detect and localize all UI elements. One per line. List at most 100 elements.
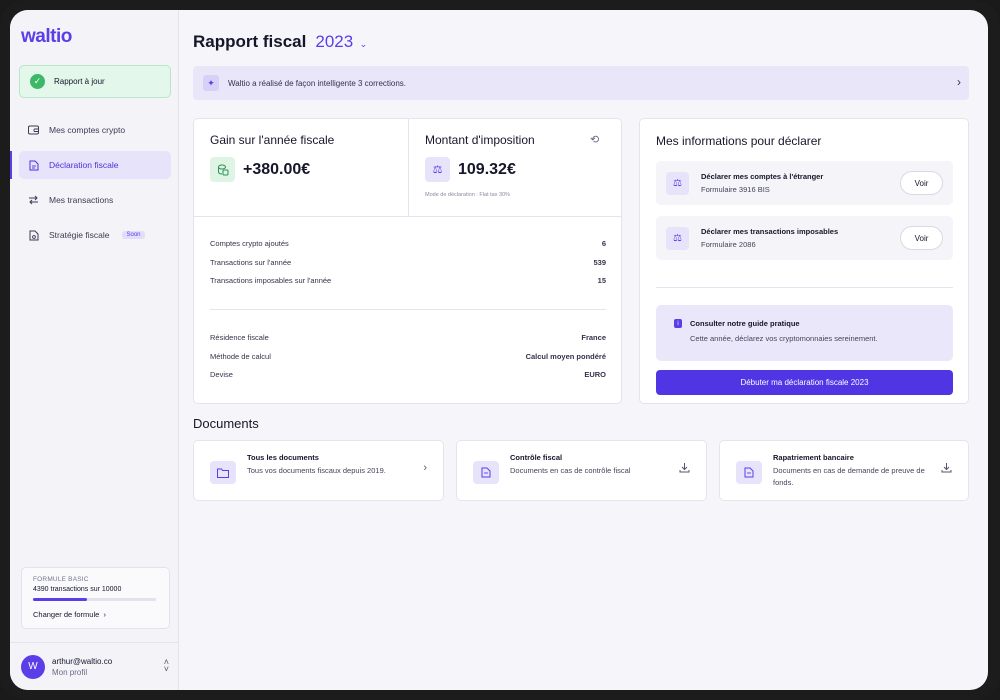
device-frame: waltio ✓ Rapport à jour Mes comptes cryp… [0, 0, 1000, 700]
report-status-badge: ✓ Rapport à jour [19, 65, 171, 98]
sparkle-icon: ✦ [203, 75, 219, 91]
guide-callout[interactable]: i Consulter notre guide pratique Cette a… [656, 305, 953, 361]
document-title: Tous les documents [247, 453, 319, 462]
setting-value: France [581, 333, 606, 342]
declaration-form: Formulaire 2086 [701, 240, 756, 249]
list-item: Transactions sur l'année 539 [210, 258, 606, 277]
corrections-banner[interactable]: ✦ Waltio a réalisé de façon intelligente… [193, 66, 969, 100]
profile-email: arthur@waltio.co [52, 656, 113, 666]
declaration-title: Déclarer mes transactions imposables [701, 227, 839, 236]
scale-icon: ⚖ [666, 172, 689, 195]
chevron-right-icon[interactable]: › [423, 462, 427, 474]
sidebar-item-crypto-accounts[interactable]: Mes comptes crypto [19, 116, 171, 144]
sidebar-item-transactions[interactable]: Mes transactions [19, 186, 171, 214]
view-button[interactable]: Voir [900, 226, 943, 250]
tax-title: Montant d'imposition [425, 133, 535, 147]
scale-icon: ⚖ [666, 227, 689, 250]
page-header: Rapport fiscal 2023 ⌄ [193, 32, 367, 52]
change-plan-link[interactable]: Changer de formule › [33, 610, 158, 619]
divider [408, 119, 409, 216]
sidebar-item-label: Mes transactions [49, 195, 114, 205]
year-selector[interactable]: 2023 ⌄ [315, 32, 367, 52]
stat-label: Transactions imposables sur l'année [210, 276, 332, 285]
sidebar: waltio ✓ Rapport à jour Mes comptes cryp… [10, 10, 179, 690]
report-status-label: Rapport à jour [54, 77, 105, 86]
document-icon [473, 461, 499, 484]
documents-title: Documents [193, 416, 259, 431]
tax-summary-card: Gain sur l'année fiscale +380.00€ Montan… [193, 118, 622, 404]
document-title: Rapatriement bancaire [773, 453, 854, 462]
document-card-all[interactable]: Tous les documents Tous vos documents fi… [193, 440, 444, 501]
plan-usage: 4390 transactions sur 10000 [33, 586, 122, 593]
chevron-right-icon: › [957, 75, 961, 89]
tax-value: 109.32€ [458, 161, 516, 178]
profile-menu[interactable]: W arthur@waltio.co Mon profil ˄ ˅ [10, 642, 179, 690]
year-value: 2023 [315, 32, 354, 51]
document-card-bank-repatriation[interactable]: Rapatriement bancaire Documents en cas d… [719, 440, 969, 501]
sidebar-nav: Mes comptes crypto Déclaration fiscale M… [10, 116, 171, 256]
plan-usage-fill [33, 598, 87, 601]
setting-label: Méthode de calcul [210, 351, 271, 361]
list-item: ⚖ Déclarer mes transactions imposables F… [656, 216, 953, 260]
stat-value: 15 [597, 276, 606, 285]
profile-text: arthur@waltio.co Mon profil [52, 657, 112, 677]
stat-value: 6 [601, 239, 606, 248]
document-subtitle: Tous vos documents fiscaux depuis 2019. [247, 466, 386, 475]
plan-card: FORMULE BASIC 4390 transactions sur 1000… [21, 567, 170, 629]
gain-value: +380.00€ [243, 161, 311, 178]
swap-arrows-icon [28, 195, 39, 206]
scale-icon: ⚖ [425, 157, 450, 182]
document-card-tax-audit[interactable]: Contrôle fiscal Documents en cas de cont… [456, 440, 707, 501]
start-declaration-button[interactable]: Débuter ma déclaration fiscale 2023 [656, 370, 953, 395]
sidebar-item-tax-strategy[interactable]: Stratégie fiscale Soon [19, 221, 171, 249]
stat-label: Comptes crypto ajoutés [210, 239, 289, 248]
wallet-icon [28, 125, 39, 136]
setting-label: Résidence fiscale [210, 333, 269, 342]
list-item: Transactions imposables sur l'année 15 [210, 276, 606, 295]
document-subtitle: Documents en cas de demande de preuve de… [773, 466, 925, 487]
setting-label: Devise [210, 370, 233, 379]
document-subtitle: Documents en cas de contrôle fiscal [510, 466, 631, 475]
document-icon [736, 461, 762, 484]
folder-icon [210, 461, 236, 484]
chevron-right-icon: › [101, 610, 106, 619]
soon-badge: Soon [122, 231, 145, 239]
waltio-logo[interactable]: waltio [21, 26, 72, 48]
change-plan-label: Changer de formule [33, 610, 100, 619]
coins-icon [210, 157, 235, 182]
declaration-form: Formulaire 3916 BIS [701, 185, 770, 194]
guide-title: Consulter notre guide pratique [690, 319, 800, 328]
document-title: Contrôle fiscal [510, 453, 563, 462]
info-icon: i [674, 319, 682, 328]
view-button[interactable]: Voir [900, 171, 943, 195]
list-item: Devise EURO [210, 370, 606, 389]
stat-value: 539 [593, 257, 606, 267]
list-item: Résidence fiscale France [210, 333, 606, 352]
list-item: Comptes crypto ajoutés 6 [210, 239, 606, 258]
setting-value: Calcul moyen pondéré [525, 351, 606, 361]
app-screen: waltio ✓ Rapport à jour Mes comptes cryp… [10, 10, 988, 690]
refresh-icon[interactable]: ⟲ [590, 133, 599, 146]
stat-label: Transactions sur l'année [210, 257, 292, 267]
sidebar-item-tax-declaration[interactable]: Déclaration fiscale [10, 151, 171, 179]
sidebar-item-label: Mes comptes crypto [49, 125, 126, 135]
stats-list: Comptes crypto ajoutés 6 Transactions su… [210, 239, 606, 295]
plan-usage-bar [33, 598, 156, 601]
divider [210, 309, 606, 310]
chevron-up-down-icon[interactable]: ˄ ˅ [164, 658, 169, 674]
download-icon[interactable] [941, 462, 952, 476]
declaration-title: Déclarer mes comptes à l'étranger [701, 172, 824, 181]
document-icon [28, 160, 39, 171]
banner-text: Waltio a réalisé de façon intelligente 3… [228, 78, 407, 88]
list-item: Méthode de calcul Calcul moyen pondéré [210, 352, 606, 371]
download-icon[interactable] [679, 462, 690, 476]
divider [194, 216, 621, 217]
avatar: W [21, 654, 45, 679]
plan-title: FORMULE BASIC [33, 576, 89, 583]
info-title: Mes informations pour déclarer [656, 134, 822, 148]
profile-subtitle: Mon profil [52, 667, 88, 677]
strategy-icon [28, 230, 39, 241]
check-circle-icon: ✓ [30, 74, 45, 89]
chevron-down-icon: ⌄ [359, 39, 368, 49]
gain-title: Gain sur l'année fiscale [210, 133, 335, 147]
